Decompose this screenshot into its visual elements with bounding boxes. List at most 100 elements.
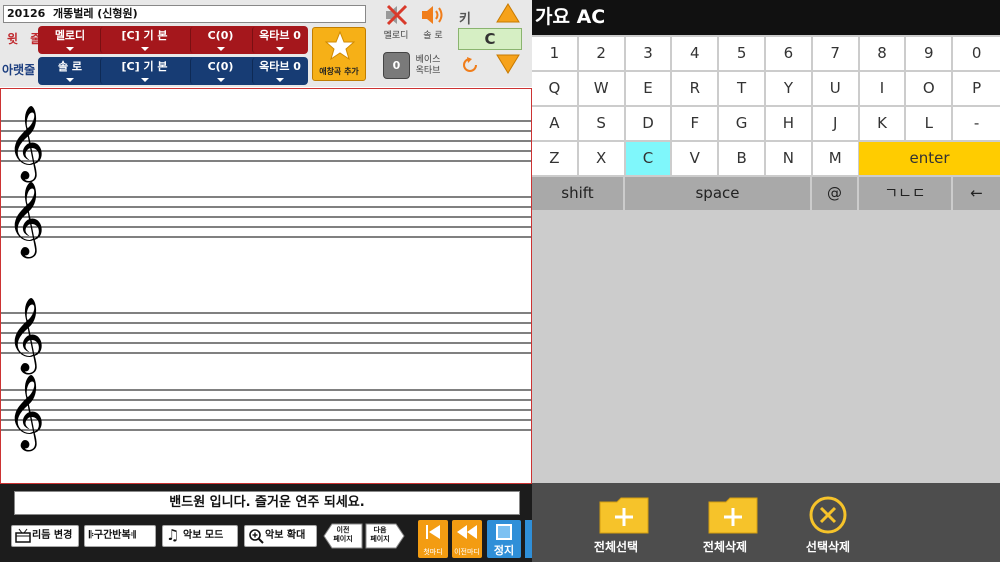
search-input[interactable]: 가요 AC — [532, 0, 1000, 35]
lower-octave-label: 옥타브 0 — [259, 60, 301, 73]
upper-rhythm-select[interactable]: [C] 기 본 — [100, 27, 188, 53]
at-key[interactable]: @ — [812, 177, 859, 210]
dropdown-arrow-icon — [66, 78, 74, 82]
star-icon — [325, 31, 355, 61]
key-w[interactable]: W — [578, 72, 626, 105]
score-zoom-button[interactable]: 악보 확대 — [244, 525, 317, 547]
lower-chord-label: C(0) — [207, 60, 234, 73]
lower-part-select[interactable]: 솔 로 — [42, 58, 98, 84]
key-z[interactable]: Z — [532, 142, 579, 175]
lower-chord-select[interactable]: C(0) — [190, 58, 250, 84]
upper-part-select[interactable]: 멜로디 — [42, 27, 98, 53]
backspace-key[interactable]: ← — [953, 177, 1000, 210]
add-favorite-button[interactable]: 애창곡 추가 — [312, 27, 366, 81]
shift-key[interactable]: shift — [532, 177, 625, 210]
key-label: 키 — [459, 12, 471, 27]
bass-octave-label: 베이스 옥타브 — [412, 55, 444, 77]
key-d[interactable]: D — [625, 107, 673, 140]
key-9[interactable]: 9 — [906, 37, 954, 70]
stop-label: 정지 — [493, 544, 515, 557]
first-measure-button[interactable]: 첫마디 — [418, 520, 448, 558]
prev-page-label-line1: 이전 — [336, 526, 350, 534]
key-3[interactable]: 3 — [625, 37, 673, 70]
dropdown-arrow-icon — [140, 78, 149, 82]
key-m[interactable]: M — [812, 142, 860, 175]
stop-button[interactable]: 정지 — [487, 520, 521, 558]
key-7[interactable]: 7 — [812, 37, 860, 70]
rewind-icon — [457, 525, 477, 539]
key-5[interactable]: 5 — [719, 37, 766, 70]
key-i[interactable]: I — [859, 72, 907, 105]
key-y[interactable]: Y — [766, 72, 813, 105]
key-g[interactable]: G — [719, 107, 766, 140]
drum-icon — [15, 528, 31, 543]
key-k[interactable]: K — [859, 107, 907, 140]
key-8[interactable]: 8 — [859, 37, 907, 70]
song-title-field[interactable]: 20126 개똥벌레 (신형원) — [3, 5, 366, 23]
song-name: 개똥벌레 (신형원) — [52, 7, 138, 20]
prev-page-label-line2: 페이지 — [333, 535, 353, 543]
key-6[interactable]: 6 — [766, 37, 813, 70]
delete-selected-button[interactable]: 선택삭제 — [783, 483, 873, 562]
dropdown-arrow-icon — [66, 47, 74, 51]
key-q[interactable]: Q — [532, 72, 579, 105]
next-page-button[interactable]: 다음 페이지 — [365, 523, 405, 549]
melody-mute-icon[interactable] — [384, 4, 408, 26]
key-a[interactable]: A — [532, 107, 579, 140]
prev-page-button[interactable]: 이전 페이지 — [323, 523, 363, 549]
key-o[interactable]: O — [906, 72, 954, 105]
key-4[interactable]: 4 — [672, 37, 720, 70]
upper-octave-select[interactable]: 옥타브 0 — [252, 27, 307, 53]
key-e[interactable]: E — [625, 72, 673, 105]
bass-octave-value[interactable]: 0 — [383, 52, 410, 79]
solo-speaker-icon[interactable] — [420, 4, 446, 26]
score-sheet: 𝄞 𝄞 𝄞 𝄞 — [0, 88, 532, 484]
key-2[interactable]: 2 — [578, 37, 626, 70]
key-up-icon[interactable] — [496, 3, 520, 23]
select-all-button[interactable]: 전체선택 — [571, 483, 661, 562]
bass-label-line1: 베이스 — [415, 55, 441, 65]
key-n[interactable]: N — [766, 142, 813, 175]
key-u[interactable]: U — [812, 72, 860, 105]
next-page-label-line1: 다음 — [373, 526, 387, 534]
key-0[interactable]: 0 — [953, 37, 1000, 70]
key-v[interactable]: V — [672, 142, 720, 175]
key-h[interactable]: H — [766, 107, 813, 140]
upper-chord-select[interactable]: C(0) — [190, 27, 250, 53]
lower-octave-select[interactable]: 옥타브 0 — [252, 58, 307, 84]
key-l[interactable]: L — [906, 107, 954, 140]
key-t[interactable]: T — [719, 72, 766, 105]
key-down-icon[interactable] — [496, 54, 520, 74]
control-bar: 20126 개똥벌레 (신형원) 윗 줄 아랫줄 멜로디 [C] 기 본 C(0… — [0, 0, 532, 87]
keyboard-row-qwerty: POIUYTREWQ — [532, 72, 1000, 105]
key-1[interactable]: 1 — [532, 37, 579, 70]
next-page-label: 다음 페이지 — [368, 526, 392, 544]
key--[interactable]: - — [953, 107, 1000, 140]
song-number: 20126 — [7, 7, 46, 20]
score-panel: 20126 개똥벌레 (신형원) 윗 줄 아랫줄 멜로디 [C] 기 본 C(0… — [0, 0, 532, 562]
dropdown-arrow-icon — [140, 47, 149, 51]
next-control-button-partial[interactable] — [525, 520, 532, 558]
delete-all-button[interactable]: 전체삭제 — [680, 483, 770, 562]
key-b[interactable]: B — [719, 142, 766, 175]
score-mode-button[interactable]: ♫ 악보 모드 — [162, 525, 238, 547]
delete-selected-label: 선택삭제 — [805, 540, 851, 554]
enter-key[interactable]: enter — [859, 142, 1000, 175]
rhythm-change-button[interactable]: 리듬 변경 — [11, 525, 79, 547]
key-s[interactable]: S — [578, 107, 626, 140]
key-r[interactable]: R — [672, 72, 720, 105]
key-x[interactable]: X — [578, 142, 626, 175]
prev-measure-button[interactable]: 이전마디 — [452, 520, 482, 558]
key-j[interactable]: J — [812, 107, 860, 140]
key-f[interactable]: F — [672, 107, 720, 140]
key-c[interactable]: C — [625, 142, 673, 175]
hangul-toggle-key[interactable]: ㄱㄴㄷ — [859, 177, 953, 210]
section-repeat-button[interactable]: 𝄆구간반복𝄇 — [84, 525, 156, 547]
key-p[interactable]: P — [953, 72, 1000, 105]
search-panel: 가요 AC 0987654321 POIUYTREWQ -LKJHGFDSA M… — [532, 0, 1000, 562]
lower-rhythm-select[interactable]: [C] 기 본 — [100, 58, 188, 84]
app-root: 20126 개똥벌레 (신형원) 윗 줄 아랫줄 멜로디 [C] 기 본 C(0… — [0, 0, 1000, 562]
space-key[interactable]: space — [625, 177, 812, 210]
score-zoom-label: 악보 확대 — [265, 530, 306, 541]
key-reset-icon[interactable] — [462, 57, 478, 73]
